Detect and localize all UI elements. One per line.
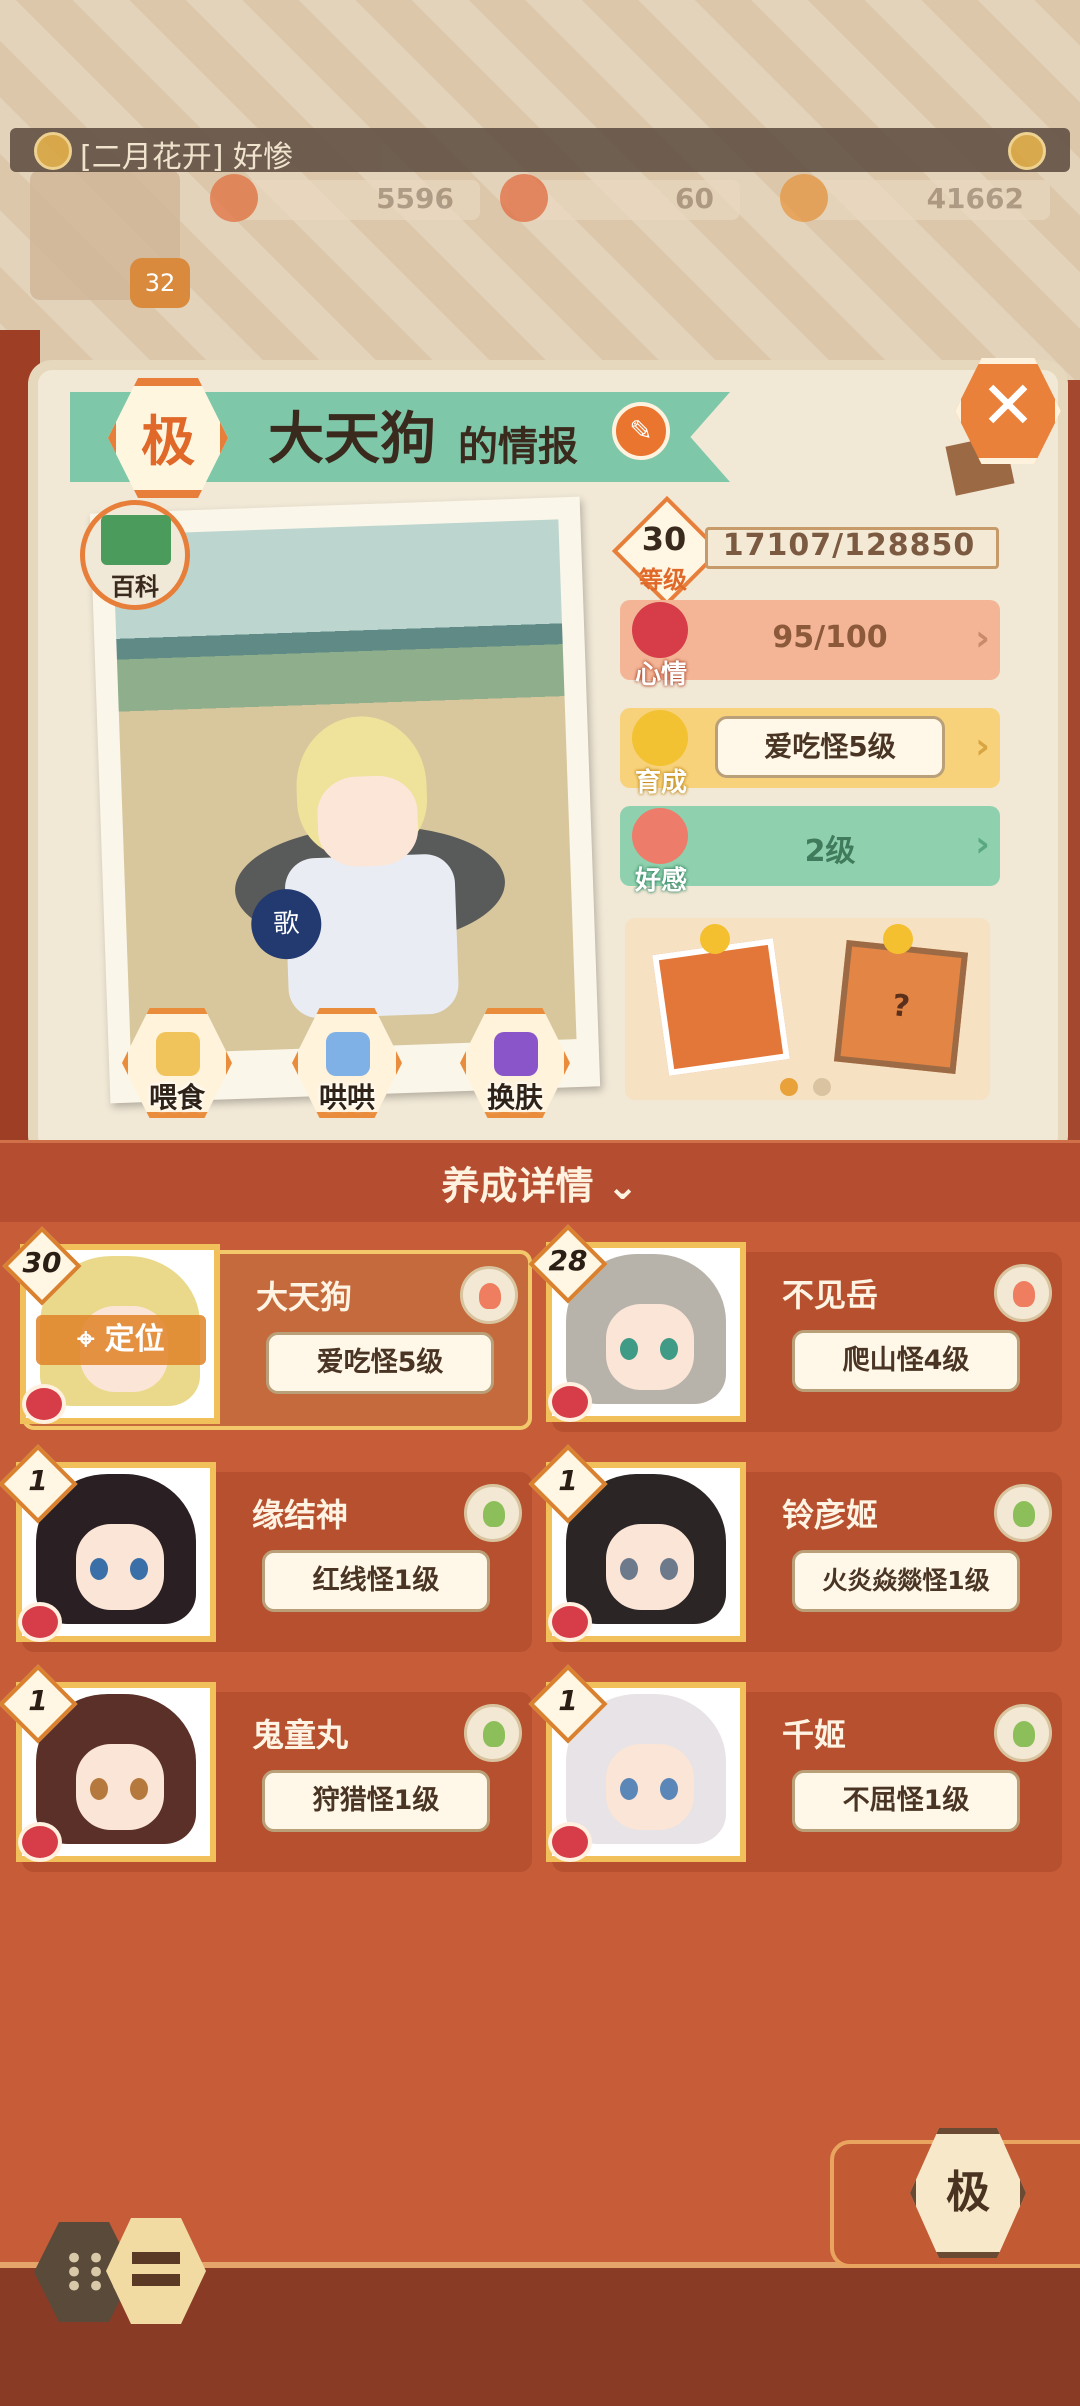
card-title: 不屈怪1级 — [792, 1770, 1020, 1832]
shikigami-card[interactable]: 1 千姬 不屈怪1级 — [528, 1664, 1062, 1872]
heart-icon — [18, 1822, 62, 1862]
affection-value: 2级 — [804, 834, 856, 869]
card-name: 铃彦姬 — [782, 1496, 879, 1534]
shikigami-card[interactable]: 28 不见岳 爬山怪4级 — [528, 1224, 1062, 1432]
card-name: 不见岳 — [782, 1276, 879, 1314]
smile-face-icon — [883, 924, 913, 954]
card-level: 1 — [558, 1684, 578, 1717]
card-title: 狩猎怪1级 — [262, 1770, 490, 1832]
level-number: 30 — [641, 520, 687, 558]
page-dot-active[interactable] — [780, 1078, 798, 1096]
card-level: 30 — [22, 1246, 62, 1279]
preference-panel: ? — [625, 918, 990, 1100]
card-name: 大天狗 — [256, 1278, 353, 1316]
resource-gold[interactable]: 41662 — [780, 174, 1050, 222]
milk-carton-icon — [326, 1032, 370, 1076]
flower-icon — [34, 132, 72, 170]
player-title: [二月花开] 好惨 — [80, 140, 293, 175]
heart-icon — [548, 1602, 592, 1642]
affection-badge-icon — [460, 1266, 518, 1324]
shikigami-card[interactable]: 1 缘结神 红线怪1级 — [0, 1444, 532, 1652]
card-title: 红线怪1级 — [262, 1550, 490, 1612]
shikigami-card[interactable]: ⌖ 定位 30 大天狗 爱吃怪5级 — [2, 1226, 532, 1430]
card-level: 1 — [28, 1464, 48, 1497]
heart-icon — [548, 1382, 592, 1422]
character-face — [316, 774, 420, 868]
card-title: 爬山怪4级 — [792, 1330, 1020, 1392]
locate-button[interactable]: ⌖ 定位 — [36, 1315, 206, 1365]
chevron-right-icon: › — [975, 726, 990, 767]
favorite-food-card[interactable] — [652, 938, 790, 1076]
card-name: 千姬 — [782, 1716, 847, 1754]
outfit-icon — [494, 1032, 538, 1076]
growth-title: 爱吃怪5级 — [715, 716, 945, 778]
card-title: 火炎焱燚怪1级 — [792, 1550, 1020, 1612]
affection-row[interactable]: 好感 2级 › — [620, 806, 1000, 896]
leaf-badge-icon — [464, 1704, 522, 1762]
feed-label: 喂食 — [148, 1081, 205, 1114]
heart-face-icon — [632, 602, 688, 658]
leaf-badge-icon — [464, 1484, 522, 1542]
resource-jade[interactable]: 60 — [500, 174, 740, 222]
name-suffix: 的情报 — [458, 424, 578, 470]
exp-text: 17107/128850 — [722, 528, 976, 563]
card-title: 爱吃怪5级 — [266, 1332, 494, 1394]
heart-icon — [22, 1384, 66, 1424]
leaf-flower-icon — [632, 808, 688, 864]
jade-icon — [500, 174, 548, 222]
card-level: 1 — [558, 1464, 578, 1497]
leaf-badge-icon — [994, 1484, 1052, 1542]
chevron-right-icon: › — [975, 618, 990, 659]
encyclopedia-button[interactable]: 百科 — [80, 500, 190, 610]
smile-face-icon — [632, 710, 688, 766]
heart-icon — [18, 1602, 62, 1642]
card-level: 1 — [28, 1684, 48, 1717]
book-spine — [0, 330, 40, 1150]
flower-icon — [1008, 132, 1046, 170]
nurture-details-label[interactable]: 养成详情 ⌄ — [0, 1155, 1080, 1210]
page-dot[interactable] — [813, 1078, 831, 1096]
player-title-bar: [二月花开] 好惨 — [10, 128, 1070, 175]
affection-label: 好感 — [634, 866, 687, 896]
shikigami-card[interactable]: 1 鬼童丸 狩猎怪1级 — [0, 1664, 532, 1872]
book-icon — [101, 515, 171, 565]
player-level-badge: 32 — [130, 258, 190, 308]
leaf-badge-icon — [994, 1704, 1052, 1762]
coax-label: 哄哄 — [318, 1081, 375, 1114]
chevron-right-icon: › — [975, 824, 990, 865]
heart-icon — [548, 1822, 592, 1862]
sakura-coin-icon — [210, 174, 258, 222]
noodle-bowl-icon — [156, 1032, 200, 1076]
shikigami-card[interactable]: 1 铃彦姬 火炎焱燚怪1级 — [528, 1444, 1062, 1652]
card-level: 28 — [548, 1244, 588, 1277]
encyclopedia-label: 百科 — [111, 573, 159, 601]
gold-coin-icon — [780, 174, 828, 222]
unknown-food-card[interactable]: ? — [833, 939, 969, 1075]
mood-value: 95/100 — [772, 620, 888, 655]
card-name: 鬼童丸 — [252, 1716, 349, 1754]
skin-label: 换肤 — [486, 1081, 543, 1114]
edit-pencil-icon[interactable]: ✎ — [612, 402, 670, 460]
shikigami-name: 大天狗 — [268, 407, 436, 472]
smile-face-icon — [700, 924, 730, 954]
growth-row[interactable]: 育成 爱吃怪5级 › — [620, 708, 1000, 798]
mood-label: 心情 — [634, 660, 687, 690]
card-name: 缘结神 — [252, 1496, 349, 1534]
growth-label: 育成 — [634, 768, 687, 798]
mood-row[interactable]: 心情 95/100 › — [620, 600, 1000, 690]
affection-badge-icon — [994, 1264, 1052, 1322]
list-icon — [132, 2252, 180, 2264]
resource-flower: 5596 — [210, 174, 480, 222]
level-label: 等级 — [639, 566, 687, 594]
